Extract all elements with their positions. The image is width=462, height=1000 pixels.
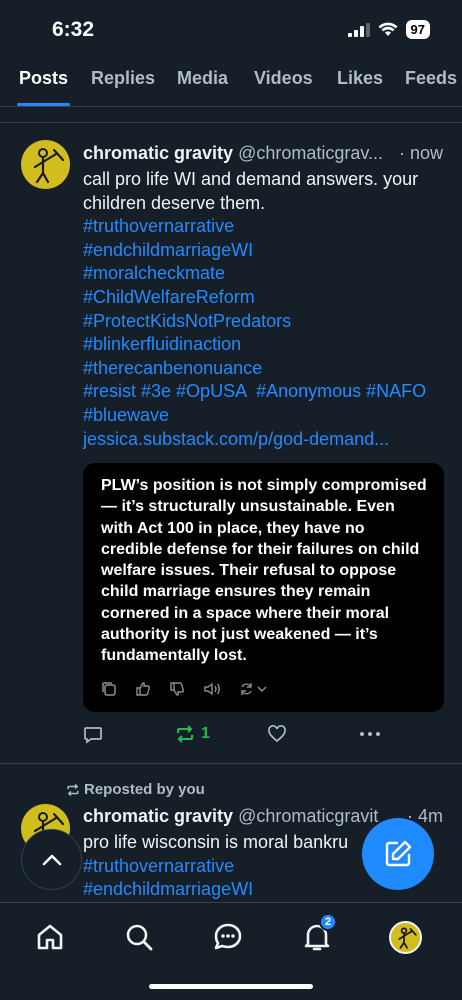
repost-small-icon	[67, 783, 79, 796]
profile-tabs: Posts Replies Media Videos Likes Feeds	[0, 58, 462, 106]
regenerate-icon	[241, 683, 267, 695]
repost-notice: Reposted by you	[66, 781, 205, 798]
signal-icon	[347, 22, 370, 37]
tab-feeds[interactable]: Feeds	[405, 68, 457, 89]
compose-button[interactable]	[362, 818, 434, 890]
copy-icon	[102, 682, 116, 696]
more-options-button[interactable]	[359, 724, 381, 744]
reply-button[interactable]	[83, 724, 103, 744]
post-time: · now	[398, 143, 443, 163]
nav-home[interactable]	[30, 919, 70, 955]
notification-badge: 2	[319, 913, 337, 931]
hashtag[interactable]: #ChildWelfareReform	[83, 286, 443, 310]
status-icons: 97	[347, 20, 430, 39]
nav-search[interactable]	[119, 919, 159, 955]
post-actions: 1	[83, 724, 445, 748]
more-icon	[360, 732, 380, 736]
status-time: 6:32	[52, 18, 95, 41]
speaker-icon	[204, 682, 220, 696]
heart-icon	[268, 725, 286, 743]
nav-notifications[interactable]: 2	[297, 913, 337, 955]
hashtag[interactable]: #blinkerfluidinaction	[83, 333, 443, 357]
home-icon	[37, 924, 63, 950]
author-name[interactable]: chromatic gravity	[83, 806, 233, 826]
quote-toolbar	[101, 681, 269, 697]
post-header: chromatic gravity @chromaticgrav... · no…	[83, 143, 445, 164]
tab-replies[interactable]: Replies	[91, 68, 155, 89]
nav-profile[interactable]	[385, 919, 425, 955]
tab-videos[interactable]: Videos	[254, 68, 313, 89]
tabs-divider	[0, 106, 462, 107]
like-button[interactable]	[267, 724, 287, 744]
nav-chat[interactable]	[208, 919, 248, 955]
post-divider	[0, 763, 462, 764]
wifi-icon	[378, 22, 398, 36]
reply-icon	[84, 727, 102, 744]
feed-top-divider	[0, 122, 462, 123]
hashtag[interactable]: #therecanbenonuance	[83, 357, 443, 381]
hashtag[interactable]: #truthovernarrative	[83, 215, 443, 239]
battery-indicator: 97	[405, 20, 430, 39]
hashtag-line[interactable]: #resist #3e #OpUSA #Anonymous #NAFO	[83, 380, 443, 404]
avatar-figure-icon	[397, 926, 417, 949]
post-text: call pro life WI and demand answers. you…	[83, 169, 419, 213]
search-icon	[126, 924, 153, 951]
tab-posts[interactable]: Posts	[19, 68, 68, 89]
repost-icon	[177, 725, 193, 743]
avatar[interactable]	[21, 140, 70, 189]
hashtag[interactable]: #bluewave	[83, 404, 443, 428]
author-handle[interactable]: @chromaticgrav...	[238, 143, 383, 163]
home-indicator	[149, 984, 313, 989]
post-link[interactable]: jessica.substack.com/p/god-demand...	[83, 428, 443, 452]
chat-icon	[214, 923, 242, 950]
hashtag[interactable]: #endchildmarriageWI	[83, 239, 443, 263]
repost-count: 1	[201, 725, 210, 742]
avatar-figure-icon	[33, 148, 65, 184]
author-handle[interactable]: @chromaticgravit	[238, 806, 378, 826]
repost-button[interactable]: 1	[175, 724, 210, 744]
thumbs-down-icon	[170, 682, 184, 696]
tab-likes[interactable]: Likes	[337, 68, 383, 89]
profile-avatar	[388, 920, 422, 954]
scroll-to-top-button[interactable]	[21, 829, 82, 890]
chevron-up-icon	[42, 854, 61, 865]
repost-notice-text: Reposted by you	[84, 781, 205, 798]
quoted-image-card[interactable]: PLW’s position is not simply compromised…	[83, 463, 444, 712]
hashtag[interactable]: #ProtectKidsNotPredators	[83, 310, 443, 334]
post-body: call pro life WI and demand answers. you…	[83, 168, 443, 451]
compose-icon	[385, 840, 412, 867]
tab-media[interactable]: Media	[177, 68, 228, 89]
hashtag[interactable]: #moralcheckmate	[83, 262, 443, 286]
author-name[interactable]: chromatic gravity	[83, 143, 233, 163]
quote-text: PLW’s position is not simply compromised…	[101, 477, 427, 665]
thumbs-up-icon	[136, 682, 150, 696]
